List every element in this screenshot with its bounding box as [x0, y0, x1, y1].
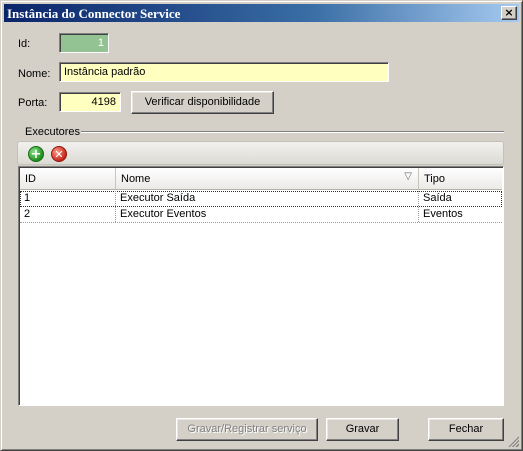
group-divider: [81, 131, 504, 133]
porta-label: Porta:: [18, 97, 48, 109]
filter-sort-icon[interactable]: ▽: [404, 171, 412, 182]
porta-input[interactable]: 4198: [59, 92, 121, 112]
nome-label: Nome:: [18, 68, 51, 80]
verificar-disponibilidade-button[interactable]: Verificar disponibilidade: [131, 91, 274, 114]
table-row[interactable]: 1 Executor Saída Saída: [20, 191, 502, 207]
fechar-button[interactable]: Fechar: [428, 418, 504, 441]
cell-nome: Executor Eventos: [116, 207, 419, 222]
column-header-tipo[interactable]: Tipo: [419, 168, 503, 189]
cell-tipo: Saída: [423, 192, 452, 204]
resize-grip[interactable]: [507, 435, 519, 447]
remove-icon[interactable]: ✕: [51, 146, 67, 162]
plus-glyph: +: [30, 147, 42, 162]
nome-input[interactable]: Instância padrão: [59, 62, 389, 82]
close-button[interactable]: ×: [501, 6, 517, 20]
title-bar[interactable]: Instância do Connector Service ×: [4, 4, 519, 22]
table-row[interactable]: 2 Executor Eventos Eventos: [20, 207, 502, 223]
gravar-button[interactable]: Gravar: [326, 418, 399, 441]
cell-id: 1: [20, 191, 116, 206]
id-field: 1: [59, 33, 109, 53]
column-header-id-label: ID: [25, 173, 36, 185]
cell-tipo: Eventos: [423, 208, 463, 220]
executores-toolbar: + ✕: [17, 141, 504, 165]
column-header-nome-label: Nome: [121, 173, 151, 185]
close-icon: ×: [504, 6, 514, 19]
column-header-tipo-label: Tipo: [424, 173, 445, 185]
column-header-nome[interactable]: Nome ▽: [116, 168, 419, 189]
grid-header: ID Nome ▽ Tipo: [20, 168, 502, 190]
cell-id: 2: [20, 207, 116, 222]
gravar-registrar-servico-button[interactable]: Gravar/Registrar serviço: [176, 418, 318, 441]
add-icon[interactable]: +: [28, 146, 44, 162]
executores-grid[interactable]: ID Nome ▽ Tipo 1 Executor Saída Saída 2 …: [18, 166, 504, 406]
window-title: Instância do Connector Service: [7, 6, 181, 21]
cell-nome: Executor Saída: [116, 191, 419, 206]
executores-group-label: Executores: [25, 126, 81, 138]
id-label: Id:: [18, 38, 31, 50]
column-header-id[interactable]: ID: [20, 168, 116, 189]
cross-glyph: ✕: [54, 148, 64, 161]
dialog-window: Instância do Connector Service × Id: 1 N…: [0, 0, 523, 451]
